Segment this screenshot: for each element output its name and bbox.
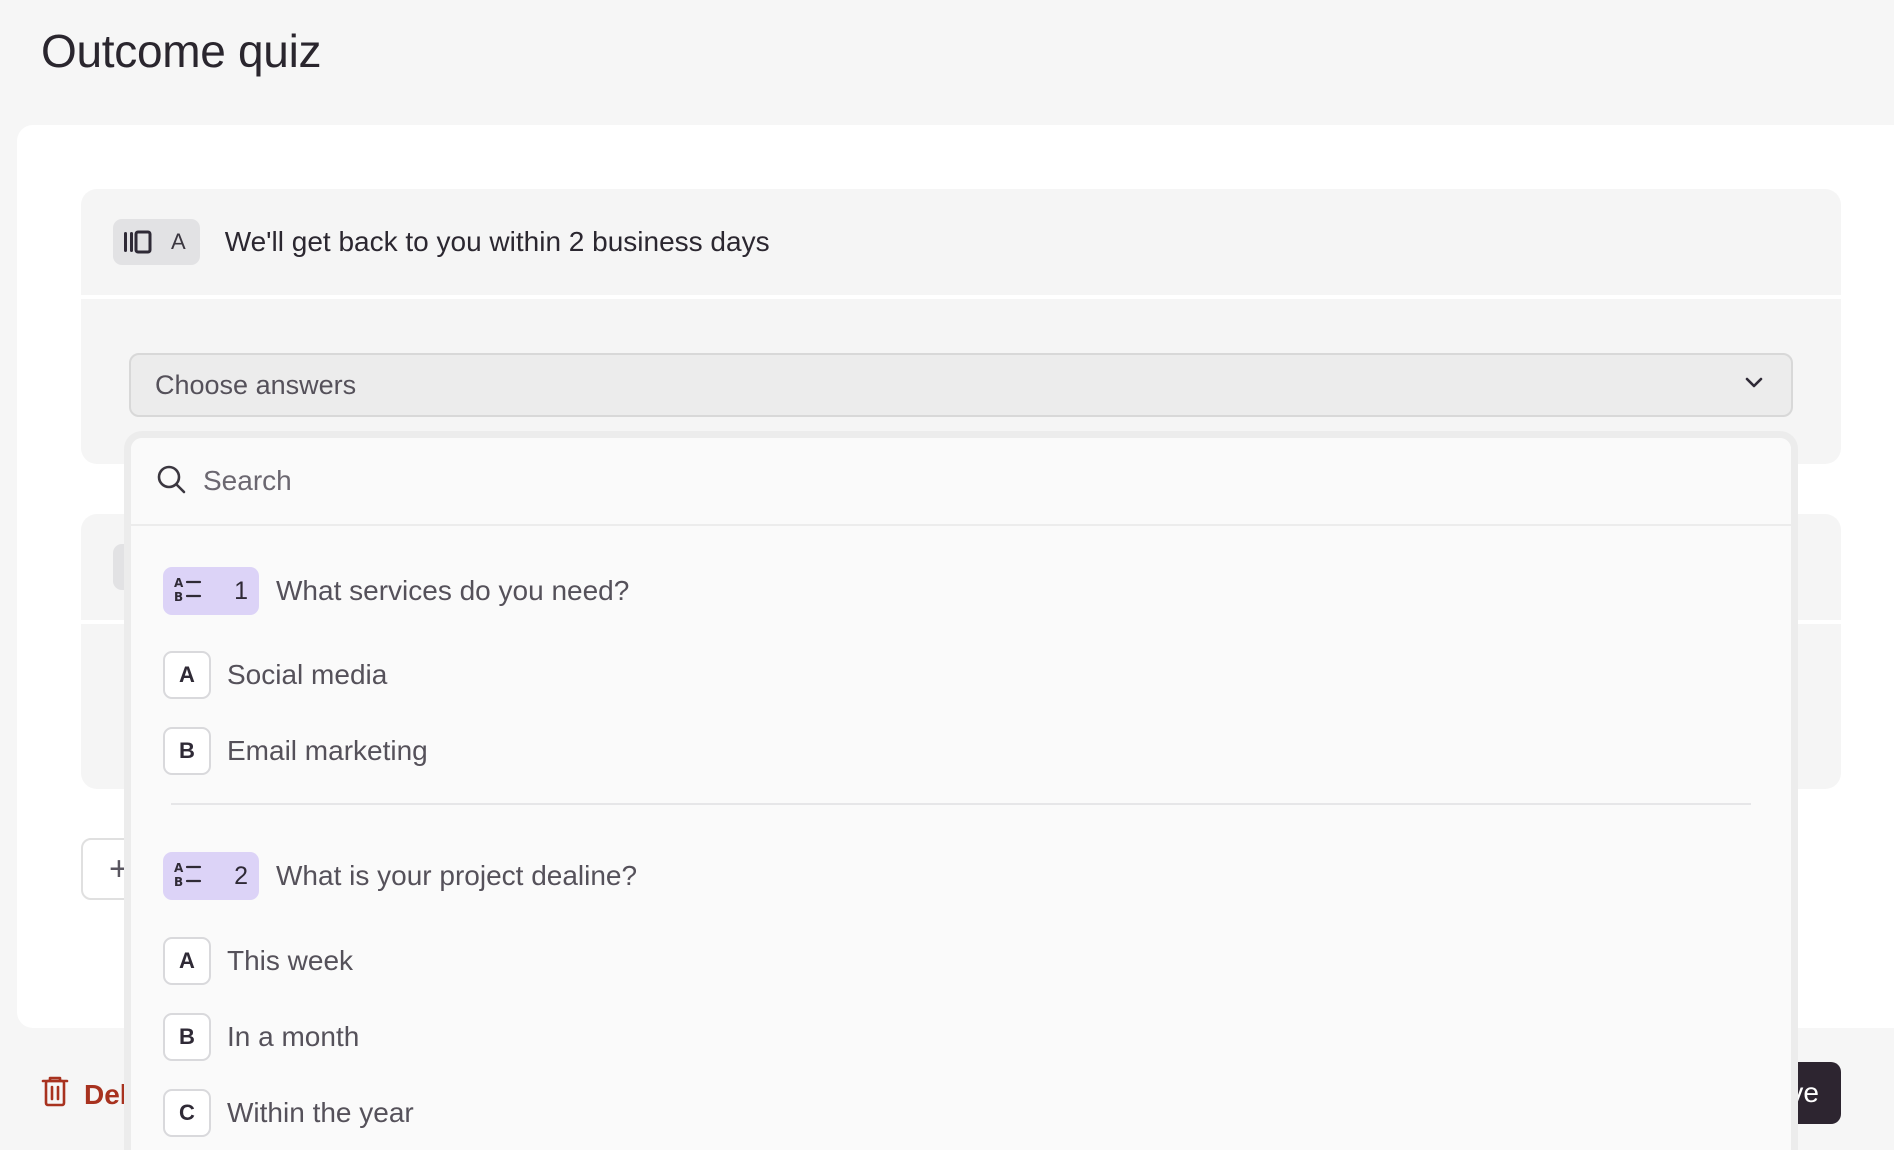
answer-option[interactable]: B Email marketing — [163, 727, 428, 775]
svg-text:B: B — [174, 875, 183, 889]
option-label: Email marketing — [227, 735, 428, 766]
svg-text:A: A — [174, 576, 184, 590]
outcome-ending-icon — [121, 227, 155, 257]
chevron-down-icon — [1741, 370, 1767, 401]
option-key: C — [163, 1089, 211, 1137]
svg-text:B: B — [174, 590, 183, 604]
option-key: B — [163, 727, 211, 775]
dropdown-search — [131, 438, 1791, 526]
option-key: B — [163, 1013, 211, 1061]
outcome-header[interactable]: A We'll get back to you within 2 busines… — [81, 189, 1841, 299]
question-badge: A B 2 — [163, 852, 259, 900]
delete-button[interactable]: Del — [40, 1074, 128, 1115]
answer-option[interactable]: A This week — [163, 937, 353, 985]
choose-answers-label: Choose answers — [155, 369, 357, 400]
outcome-card: A We'll get back to you within 2 busines… — [81, 189, 1841, 464]
option-label: Within the year — [227, 1097, 414, 1128]
question-text: What is your project dealine? — [276, 860, 638, 891]
option-key: A — [163, 651, 211, 699]
page-title: Outcome quiz — [41, 25, 322, 77]
trash-icon — [40, 1074, 70, 1115]
question-group-header: A B 2 What is your project dealine? — [163, 852, 637, 900]
question-text: What services do you need? — [276, 575, 630, 606]
svg-text:A: A — [174, 861, 184, 875]
answers-dropdown: A B 1 What services do you need? A Socia… — [124, 431, 1798, 1150]
answer-option[interactable]: A Social media — [163, 651, 387, 699]
search-icon — [155, 463, 187, 500]
question-number: 1 — [234, 576, 248, 605]
option-key: A — [163, 937, 211, 985]
question-badge: A B 1 — [163, 567, 259, 615]
search-input[interactable] — [203, 465, 1603, 497]
multiple-choice-icon: A B — [173, 574, 203, 609]
option-label: This week — [227, 945, 354, 976]
option-label: In a month — [227, 1021, 360, 1052]
option-label: Social media — [227, 659, 388, 690]
delete-label: Del — [84, 1078, 128, 1110]
question-group-header: A B 1 What services do you need? — [163, 567, 629, 615]
group-divider — [171, 803, 1751, 805]
answer-option[interactable]: C Within the year — [163, 1089, 414, 1137]
outcome-letter: A — [171, 229, 186, 254]
choose-answers-select[interactable]: Choose answers — [129, 353, 1793, 417]
outcome-title: We'll get back to you within 2 business … — [224, 226, 770, 257]
answer-option[interactable]: B In a month — [163, 1013, 359, 1061]
multiple-choice-icon: A B — [173, 859, 203, 894]
question-number: 2 — [234, 861, 248, 890]
outcome-badge: A — [113, 219, 200, 265]
